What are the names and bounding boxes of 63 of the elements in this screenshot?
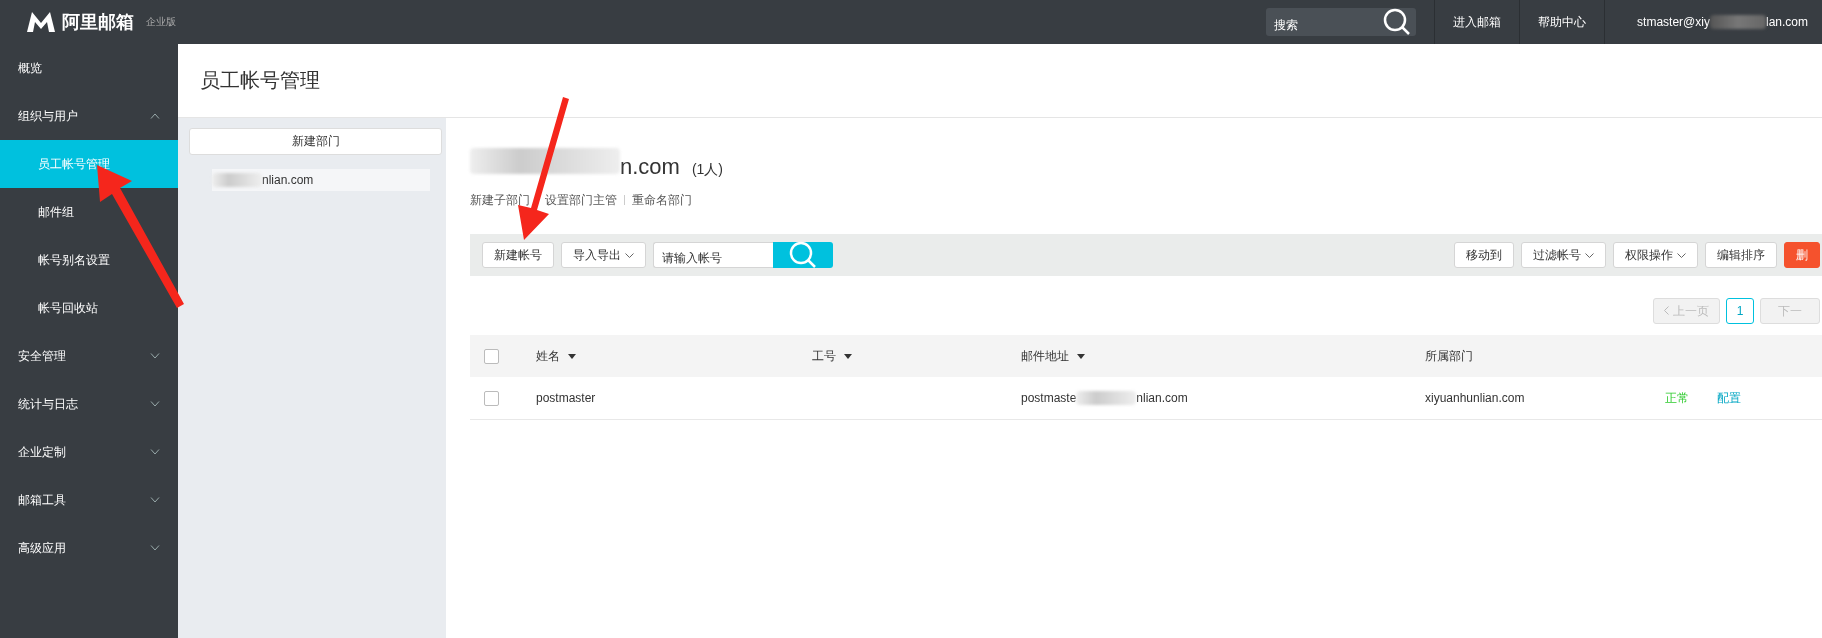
search-field[interactable]: 搜索 <box>1266 8 1417 36</box>
chevron-down-icon <box>150 401 160 407</box>
sort-caret-icon <box>1077 353 1085 359</box>
edition-label: 企业版 <box>146 15 176 29</box>
sort-caret-icon <box>844 353 852 359</box>
department-action-link[interactable]: 新建子部门 <box>470 191 530 209</box>
toolbar-button[interactable]: 新建帐号 <box>482 242 554 268</box>
chevron-left-icon <box>1664 305 1669 315</box>
department-name: nlian.com <box>262 173 314 187</box>
column-header[interactable]: 姓名 <box>536 347 812 365</box>
dropdown-button[interactable]: 导入导出 <box>561 242 646 268</box>
department-action-link[interactable]: 重命名部门 <box>632 191 692 209</box>
account-email[interactable]: lan.com <box>1765 15 1808 29</box>
department-item[interactable]: nlian.com <box>212 169 430 191</box>
toolbar-button[interactable]: 编辑排序 <box>1705 242 1777 268</box>
checkbox[interactable] <box>484 348 499 364</box>
column-header[interactable]: 工号 <box>812 347 1021 365</box>
table-cell: postmaste <box>1021 391 1077 405</box>
redacted-text <box>1076 391 1137 405</box>
chevron-down-icon <box>625 252 634 258</box>
logo-text: 阿里邮箱 <box>62 11 134 34</box>
chevron-down-icon <box>150 497 160 503</box>
sidebar-item[interactable]: 概览 <box>0 44 178 92</box>
new-department-button[interactable]: 新建部门 <box>189 128 442 155</box>
logo-icon <box>26 10 56 34</box>
status-label: 正常 <box>1665 389 1690 407</box>
chevron-down-icon <box>150 353 160 359</box>
member-count: (1人) <box>691 161 724 179</box>
chevron-down-icon <box>150 449 160 455</box>
sidebar-group[interactable]: 统计与日志 <box>0 380 178 428</box>
department-action-link[interactable]: 设置部门主管 <box>545 191 617 209</box>
redacted-text <box>1709 15 1766 29</box>
sidebar-subitem[interactable]: 邮件组 <box>0 188 178 236</box>
sidebar-group[interactable]: 安全管理 <box>0 332 178 380</box>
account-email[interactable]: stmaster@xiy <box>1637 15 1710 29</box>
chevron-down-icon <box>1677 252 1686 258</box>
sidebar-group[interactable]: 高级应用 <box>0 524 178 572</box>
account-search-field[interactable]: 请输入帐号 <box>653 242 773 268</box>
sidebar-group[interactable]: 组织与用户 <box>0 92 178 140</box>
table-cell: nlian.com <box>1136 391 1188 405</box>
chevron-down-icon <box>1585 252 1594 258</box>
top-nav-link[interactable]: 进入邮箱 <box>1434 0 1520 44</box>
toolbar-button[interactable]: 移动到 <box>1454 242 1514 268</box>
table-cell-text: xiyuanhunlian.com <box>1425 391 1526 405</box>
column-header: 所属部门 <box>1425 347 1474 365</box>
checkbox[interactable] <box>484 390 499 406</box>
sidebar-subitem[interactable]: 帐号别名设置 <box>0 236 178 284</box>
top-nav-link[interactable]: 帮助中心 <box>1519 0 1605 44</box>
search-input[interactable]: 搜索 <box>1266 12 1373 32</box>
search-button[interactable] <box>773 242 833 268</box>
chevron-down-icon <box>150 545 160 551</box>
table-cell-text: postmaster <box>536 391 597 405</box>
sidebar-subitem[interactable]: 帐号回收站 <box>0 284 178 332</box>
department-title: n.com <box>620 154 680 180</box>
dropdown-button[interactable]: 过滤帐号 <box>1521 242 1606 268</box>
sort-caret-icon <box>568 353 576 359</box>
dropdown-button[interactable]: 权限操作 <box>1613 242 1698 268</box>
column-header[interactable]: 邮件地址 <box>1021 347 1425 365</box>
sidebar-group[interactable]: 企业定制 <box>0 428 178 476</box>
chevron-up-icon <box>150 113 160 119</box>
redacted-text <box>212 173 262 187</box>
sidebar-group[interactable]: 邮箱工具 <box>0 476 178 524</box>
page-title: 员工帐号管理 <box>200 68 320 93</box>
